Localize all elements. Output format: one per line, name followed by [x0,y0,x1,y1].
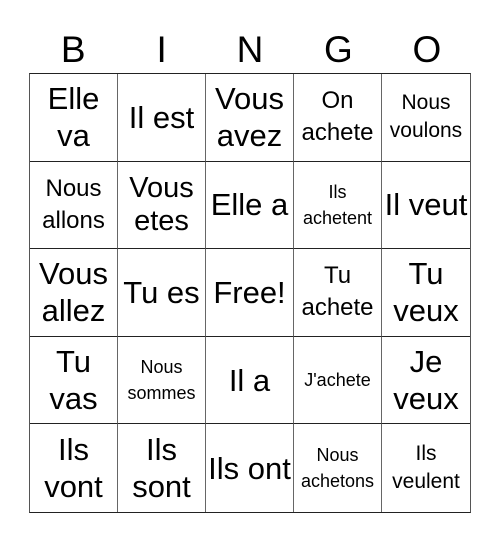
header-letter-o: O [412,29,442,70]
bingo-cell[interactable]: Elle a [206,161,294,250]
header-letter-n: N [236,29,264,70]
bingo-cell[interactable]: Il est [118,74,206,162]
bingo-cell[interactable]: Nous sommes [118,336,206,425]
bingo-cell-text: Je veux [393,343,459,417]
bingo-header: B I N G O [29,28,471,72]
bingo-cell-text: Tu veux [393,256,459,329]
bingo-cell-text: Il veut [384,187,468,223]
bingo-cell[interactable]: Vous etes [118,161,206,250]
bingo-cell[interactable]: Tu achete [294,249,382,337]
header-letter-i: I [156,29,167,70]
bingo-cell-text: Ils achetent [302,181,373,228]
bingo-cell[interactable]: Il veut [382,162,470,250]
bingo-cell-text: J'achete [304,370,371,391]
bingo-cell-text: Tu vas [49,343,98,417]
bingo-cell[interactable]: Nous allons [30,161,118,250]
bingo-cell[interactable]: Tu vas [30,336,118,425]
bingo-cell[interactable]: Nous voulons [382,74,470,162]
bingo-cell-text: Ils veulent [392,441,460,494]
bingo-cell[interactable]: Tu es [118,249,206,337]
bingo-cell[interactable]: Ils sont [118,424,206,512]
bingo-cell-text: Nous voulons [389,90,463,143]
bingo-cell[interactable]: Ils vont [30,424,118,512]
bingo-cell-text: Tu es [123,274,200,310]
bingo-cell[interactable]: Nous achetons [294,424,382,512]
bingo-cell-text: Ils vont [44,432,103,505]
bingo-cell-text: Nous achetons [300,445,375,492]
bingo-cell-text: Elle a [210,187,289,223]
bingo-cell[interactable]: Il a [206,336,294,425]
bingo-cell-text: Tu achete [301,262,374,322]
bingo-cell[interactable]: Vous avez [206,74,294,162]
bingo-cell-free[interactable]: Free! [206,249,294,337]
bingo-cell-text: Il est [128,99,195,135]
bingo-cell-text: Ils ont [208,450,291,486]
bingo-cell[interactable]: J'achete [294,336,382,425]
bingo-cell-text: Vous avez [215,81,284,154]
bingo-cell-text: Vous allez [39,256,108,329]
bingo-cell[interactable]: Ils ont [206,424,294,512]
bingo-cell-text: Free! [213,274,286,310]
bingo-cell[interactable]: Ils veulent [382,424,470,512]
bingo-cell[interactable]: Elle va [30,74,118,162]
bingo-cell[interactable]: Ils achetent [294,161,382,250]
bingo-cell[interactable]: Je veux [382,337,470,425]
bingo-cell[interactable]: Vous allez [30,249,118,337]
bingo-cell-text: Ils sont [132,432,191,505]
bingo-cell-text: Vous etes [129,171,194,237]
bingo-cell-text: On achete [301,86,374,147]
bingo-cell[interactable]: Tu veux [382,249,470,337]
bingo-cell[interactable]: On achete [294,74,382,162]
bingo-board: Elle va Il est Vous avez On achete Nous voul… [29,73,471,513]
bingo-cell-text: Nous allons [42,174,105,234]
bingo-cell-text: Elle va [47,81,100,154]
header-letter-b: B [60,29,86,70]
header-letter-g: G [324,29,353,70]
bingo-cell-text: Il a [228,362,271,398]
bingo-cell-text: Nous sommes [127,357,196,404]
